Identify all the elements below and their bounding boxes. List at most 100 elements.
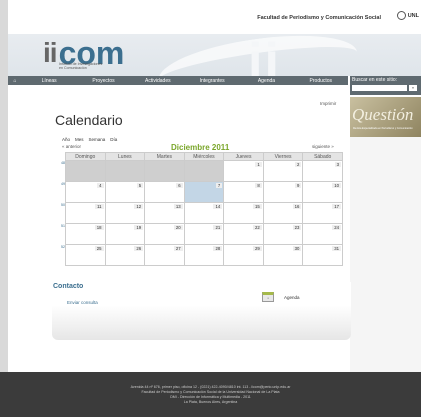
calendar-day-cell[interactable]: 25: [65, 244, 106, 266]
calendar-day-cell[interactable]: 10: [302, 181, 343, 203]
day-number[interactable]: 20: [173, 225, 183, 230]
agenda-link[interactable]: Agenda: [284, 295, 300, 300]
next-month-link[interactable]: siguiente »: [312, 144, 334, 149]
day-number[interactable]: 22: [253, 225, 262, 230]
calendar-day-cell[interactable]: 7: [183, 181, 225, 203]
nav-item-lineas[interactable]: Líneas: [22, 78, 76, 84]
day-number[interactable]: 8: [255, 183, 262, 188]
day-number[interactable]: 16: [292, 204, 302, 209]
tab-week[interactable]: Semana: [89, 137, 106, 142]
logo-subtitle-line2: en Comunicación: [59, 66, 87, 70]
calendar-day-cell[interactable]: 26: [104, 244, 146, 266]
calendar-day-cell[interactable]: 16: [262, 202, 304, 224]
header-sabado: Sábado: [302, 152, 343, 161]
main-content: Imprimir Calendario Año Mes Semana Día «…: [48, 85, 351, 372]
nav-item-proyectos[interactable]: Proyectos: [76, 78, 130, 84]
day-number[interactable]: 6: [176, 183, 183, 188]
day-number[interactable]: 3: [334, 162, 341, 167]
calendar-day-cell[interactable]: 12: [104, 202, 146, 224]
unlp-logo[interactable]: UNL: [396, 11, 419, 20]
calendar-week-row: 49 4 5 6 7 8 9 10: [61, 181, 343, 203]
header-viernes: Viernes: [262, 152, 304, 161]
calendar-day-cell[interactable]: 4: [65, 181, 106, 203]
calendar-icon[interactable]: ▪: [262, 292, 274, 302]
day-number[interactable]: 24: [332, 225, 341, 230]
calendar-empty-cell: [183, 160, 225, 182]
send-inquiry-link[interactable]: Enviar consulta: [67, 300, 98, 305]
calendar-day-cell[interactable]: 27: [144, 244, 185, 266]
day-number[interactable]: 5: [136, 183, 144, 188]
day-number[interactable]: 11: [95, 204, 104, 209]
calendar-day-cell[interactable]: 28: [183, 244, 225, 266]
home-icon[interactable]: ⌂: [8, 78, 22, 84]
calendar-day-cell[interactable]: 22: [223, 223, 264, 245]
day-number[interactable]: 28: [213, 246, 223, 251]
day-number[interactable]: 18: [94, 225, 104, 230]
calendar-day-cell[interactable]: 17: [302, 202, 343, 224]
calendar-day-cell[interactable]: 11: [65, 202, 106, 224]
day-number[interactable]: 26: [134, 246, 144, 251]
tab-day[interactable]: Día: [110, 137, 117, 142]
calendar-day-cell[interactable]: 31: [302, 244, 343, 266]
day-number[interactable]: 23: [292, 225, 302, 230]
header-watermark: ii: [248, 34, 281, 76]
day-number[interactable]: 19: [134, 225, 144, 230]
calendar-empty-cell: [144, 160, 185, 182]
day-number[interactable]: 9: [294, 183, 302, 188]
calendar-day-cell[interactable]: 9: [262, 181, 304, 203]
search-button[interactable]: »: [409, 85, 417, 91]
tab-year[interactable]: Año: [62, 137, 70, 142]
day-number[interactable]: 13: [173, 204, 183, 209]
main-nav: ⌂ Líneas Proyectos Actividades Integrant…: [8, 76, 348, 85]
calendar-day-cell[interactable]: 23: [262, 223, 304, 245]
day-number[interactable]: 17: [332, 204, 341, 209]
calendar-header-row: Domingo Lunes Martes Miércoles Jueves Vi…: [61, 152, 343, 161]
day-number[interactable]: 2: [294, 162, 302, 167]
calendar-day-cell[interactable]: 13: [144, 202, 185, 224]
day-number[interactable]: 4: [97, 183, 104, 188]
day-number[interactable]: 27: [173, 246, 183, 251]
nav-item-actividades[interactable]: Actividades: [131, 78, 185, 84]
day-number[interactable]: 12: [134, 204, 144, 209]
faculty-link[interactable]: Facultad de Periodismo y Comunicación So…: [257, 15, 381, 21]
calendar-day-cell[interactable]: 3: [302, 160, 343, 182]
day-number[interactable]: 7: [215, 183, 223, 188]
day-number[interactable]: 15: [253, 204, 262, 209]
footer-text: Avenida 44 nº 676, primer piso, oficina …: [0, 385, 421, 405]
day-number[interactable]: 21: [213, 225, 223, 230]
calendar-day-cell[interactable]: 6: [144, 181, 185, 203]
calendar-week-row: 48 1 2 3: [61, 160, 343, 182]
calendar-day-cell[interactable]: 24: [302, 223, 343, 245]
day-number[interactable]: 30: [292, 246, 302, 251]
questión-banner[interactable]: Questión Revista Especializada en Period…: [350, 97, 421, 137]
header-martes: Martes: [144, 152, 185, 161]
calendar-day-cell[interactable]: 14: [183, 202, 225, 224]
calendar-day-cell[interactable]: 19: [104, 223, 146, 245]
day-number[interactable]: 29: [253, 246, 262, 251]
calendar-day-cell[interactable]: 15: [223, 202, 264, 224]
day-number[interactable]: 1: [255, 162, 262, 167]
day-number[interactable]: 31: [332, 246, 341, 251]
calendar-day-cell[interactable]: 29: [223, 244, 264, 266]
calendar-day-cell[interactable]: 5: [104, 181, 146, 203]
day-number[interactable]: 10: [332, 183, 341, 188]
calendar-day-cell[interactable]: 1: [223, 160, 264, 182]
prev-month-link[interactable]: « anterior: [62, 144, 81, 149]
print-link[interactable]: Imprimir: [320, 101, 336, 106]
calendar-day-cell[interactable]: 8: [223, 181, 264, 203]
tab-month[interactable]: Mes: [75, 137, 84, 142]
calendar-view-tabs: Año Mes Semana Día: [62, 137, 117, 142]
calendar-day-cell[interactable]: 21: [183, 223, 225, 245]
day-number[interactable]: 25: [94, 246, 104, 251]
page-title: Calendario: [55, 112, 123, 128]
calendar-day-cell[interactable]: 20: [144, 223, 185, 245]
nav-item-integrantes[interactable]: Integrantes: [185, 78, 239, 84]
calendar-day-cell[interactable]: 30: [262, 244, 304, 266]
nav-item-agenda[interactable]: Agenda: [239, 78, 293, 84]
logo-ii: ii: [43, 37, 58, 68]
search-input[interactable]: [352, 85, 407, 91]
nav-item-productos[interactable]: Productos: [294, 78, 348, 84]
calendar-day-cell[interactable]: 18: [65, 223, 106, 245]
day-number[interactable]: 14: [213, 204, 223, 209]
calendar-day-cell[interactable]: 2: [262, 160, 304, 182]
